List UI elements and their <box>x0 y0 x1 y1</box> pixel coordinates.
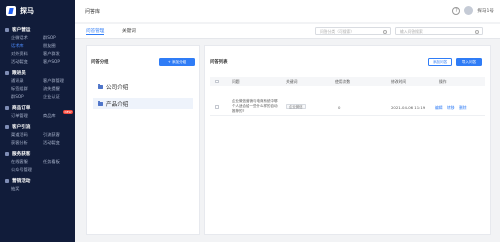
nav-group-title: 跟进员 <box>0 68 75 77</box>
nav-group-title: 服务获客 <box>0 149 75 158</box>
nav-group-customer-ops: 客户营运 企微话术 群SOP 话术库 朋友圈 对外资料 客户群发 活动裂变 客户… <box>0 25 75 65</box>
top-header: 问答库 ? 探马1号 <box>75 0 500 22</box>
sidebar-item[interactable]: 企业认证 <box>43 93 75 100</box>
nav-group-title: 营销活动 <box>0 176 75 185</box>
sidebar-item[interactable]: 客户群发 <box>43 50 75 57</box>
sidebar-item[interactable]: 企微话术 <box>11 34 43 41</box>
marketing-icon <box>5 178 9 183</box>
sidebar-item[interactable]: 任务看板 <box>43 158 75 165</box>
avatar[interactable] <box>464 6 474 15</box>
folder-label: 公司介绍 <box>106 84 129 91</box>
sidebar-item[interactable]: 客户群管理 <box>43 77 75 84</box>
sidebar-item[interactable]: 订单管理 <box>11 112 43 119</box>
add-group-button[interactable]: + 添加分组 <box>159 58 195 66</box>
table-row[interactable]: 企业微信营销与电商系统中哪个人适合给一些什么样的自动推荐的? 企业微信 0 20… <box>210 98 485 116</box>
folder-icon <box>98 83 103 89</box>
new-badge: NEW <box>63 110 74 114</box>
category-search-input[interactable]: 问答分类（可搜索） <box>315 27 391 35</box>
search-icon <box>475 29 479 34</box>
panel-title: 问答分组 <box>91 60 109 65</box>
sidebar-item[interactable]: 获客分析 <box>11 139 43 146</box>
sidebar-item[interactable]: 客户SOP <box>43 58 75 65</box>
cart-icon <box>5 105 9 110</box>
sidebar-item[interactable]: 活动裂变 <box>43 139 75 146</box>
use-count: 0 <box>338 105 341 110</box>
sidebar-item[interactable]: 公众号管理 <box>11 166 43 173</box>
keyword-tag: 企业微信 <box>286 104 306 109</box>
user-name[interactable]: 探马1号 <box>477 8 494 14</box>
qa-group-panel: 问答分组 + 添加分组 公司介绍 产品介绍 <box>86 45 200 235</box>
move-link[interactable]: 转移 <box>447 105 455 111</box>
keyword-search-input[interactable]: 输入问答搜索 <box>395 27 483 35</box>
sidebar-item[interactable]: 渠道活码 <box>11 131 43 138</box>
sidebar-item[interactable]: 流失提醒 <box>43 85 75 92</box>
nav-group-title: 客户营运 <box>0 25 75 34</box>
follow-icon <box>5 70 9 75</box>
sidebar-item[interactable]: 群SOP <box>43 34 75 41</box>
sidebar-item-active[interactable]: 话术库 <box>11 42 43 49</box>
page-title: 问答库 <box>85 8 101 15</box>
folder-item[interactable]: 公司介绍 <box>93 81 193 92</box>
help-icon[interactable]: ? <box>452 6 461 15</box>
sidebar-item[interactable]: 朋友圈 <box>43 42 75 49</box>
brand-logo-icon <box>6 6 16 16</box>
modified-time: 2021-04-06 11:19 <box>391 105 426 110</box>
panel-title: 问答列表 <box>210 60 228 65</box>
sidebar-item[interactable]: 商品库 NEW <box>43 110 75 119</box>
tab-qa-management[interactable]: 问答管理 <box>86 28 105 35</box>
sidebar-item[interactable]: 通讯录 <box>11 77 43 84</box>
tab-keywords[interactable]: 关键词 <box>122 28 136 34</box>
sidebar-item[interactable]: 对外资料 <box>11 50 43 57</box>
column-header: 问题 <box>232 79 240 84</box>
folder-label: 产品介绍 <box>106 101 129 108</box>
add-qa-button[interactable]: 添加问答 <box>428 58 452 66</box>
sidebar-item[interactable]: 在线客服 <box>11 158 43 165</box>
traffic-icon <box>5 124 9 129</box>
customer-icon <box>5 27 9 32</box>
nav-group-service: 服务获客 在线客服 任务看板 公众号管理 <box>0 149 75 173</box>
folder-icon <box>98 100 103 106</box>
search-icon <box>383 29 387 34</box>
sidebar-item[interactable]: 标签组群 <box>11 85 43 92</box>
select-all-checkbox[interactable] <box>215 79 219 83</box>
delete-link[interactable]: 删除 <box>459 105 467 111</box>
column-header: 操作 <box>439 79 447 84</box>
sidebar-item[interactable]: 群SOP <box>11 93 43 100</box>
column-header: 关键词 <box>286 79 298 84</box>
sidebar-item[interactable]: 抽奖 <box>11 185 43 192</box>
table-header: 问题 关键词 使用次数 修改时间 操作 <box>210 77 485 86</box>
nav-group-followers: 跟进员 通讯录 客户群管理 标签组群 流失提醒 群SOP 企业认证 <box>0 68 75 100</box>
sidebar-item[interactable]: 引流获客 <box>43 131 75 138</box>
question-text: 企业微信营销与电商系统中哪个人适合给一些什么样的自动推荐的? <box>232 99 278 113</box>
tab-active-indicator <box>86 34 105 35</box>
qa-list-panel: 问答列表 添加问答 导入问答 问题 关键词 使用次数 修改时间 操作 企业微信营… <box>204 45 491 235</box>
brand[interactable]: 探马 <box>0 0 75 22</box>
service-icon <box>5 151 9 156</box>
import-qa-button[interactable]: 导入问答 <box>456 58 482 66</box>
folder-item-selected[interactable]: 产品介绍 <box>93 98 193 109</box>
nav-group-orders: 商品订单 订单管理 商品库 NEW <box>0 103 75 119</box>
sidebar-item[interactable]: 活动裂变 <box>11 58 43 65</box>
column-header: 修改时间 <box>391 79 407 84</box>
edit-link[interactable]: 编辑 <box>435 105 443 111</box>
nav-group-marketing: 营销活动 抽奖 <box>0 176 75 192</box>
nav-group-traffic: 客户引流 渠道活码 引流获客 获客分析 活动裂变 <box>0 122 75 146</box>
sidebar: 探马 客户营运 企微话术 群SOP 话术库 朋友圈 对外资料 客户群发 活动裂变… <box>0 0 75 242</box>
tabs-bar: 问答管理 关键词 问答分类（可搜索） 输入问答搜索 <box>75 24 500 39</box>
nav-group-title: 客户引流 <box>0 122 75 131</box>
brand-name: 探马 <box>20 7 34 15</box>
column-header: 使用次数 <box>335 79 351 84</box>
row-checkbox[interactable] <box>215 105 219 109</box>
